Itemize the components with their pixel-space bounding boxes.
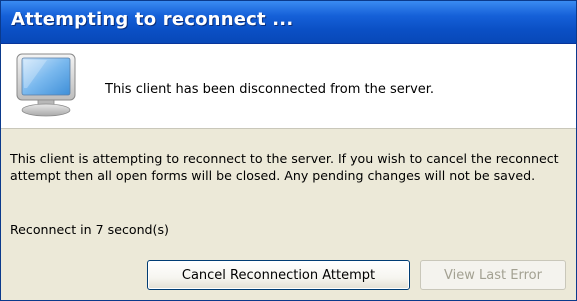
reconnect-dialog: Attempting to reconnect ... This client … (0, 0, 577, 301)
dialog-title: Attempting to reconnect ... (11, 9, 294, 30)
monitor-icon (11, 52, 83, 120)
header-panel: This client has been disconnected from t… (1, 44, 576, 129)
body-panel: This client is attempting to reconnect t… (1, 129, 576, 300)
view-last-error-button[interactable]: View Last Error (420, 260, 566, 290)
reconnect-explanation: This client is attempting to reconnect t… (10, 151, 559, 183)
cancel-reconnection-button[interactable]: Cancel Reconnection Attempt (147, 260, 410, 290)
disconnected-message: This client has been disconnected from t… (105, 82, 435, 97)
title-bar: Attempting to reconnect ... (1, 1, 576, 44)
reconnect-countdown: Reconnect in 7 second(s) (10, 222, 169, 237)
